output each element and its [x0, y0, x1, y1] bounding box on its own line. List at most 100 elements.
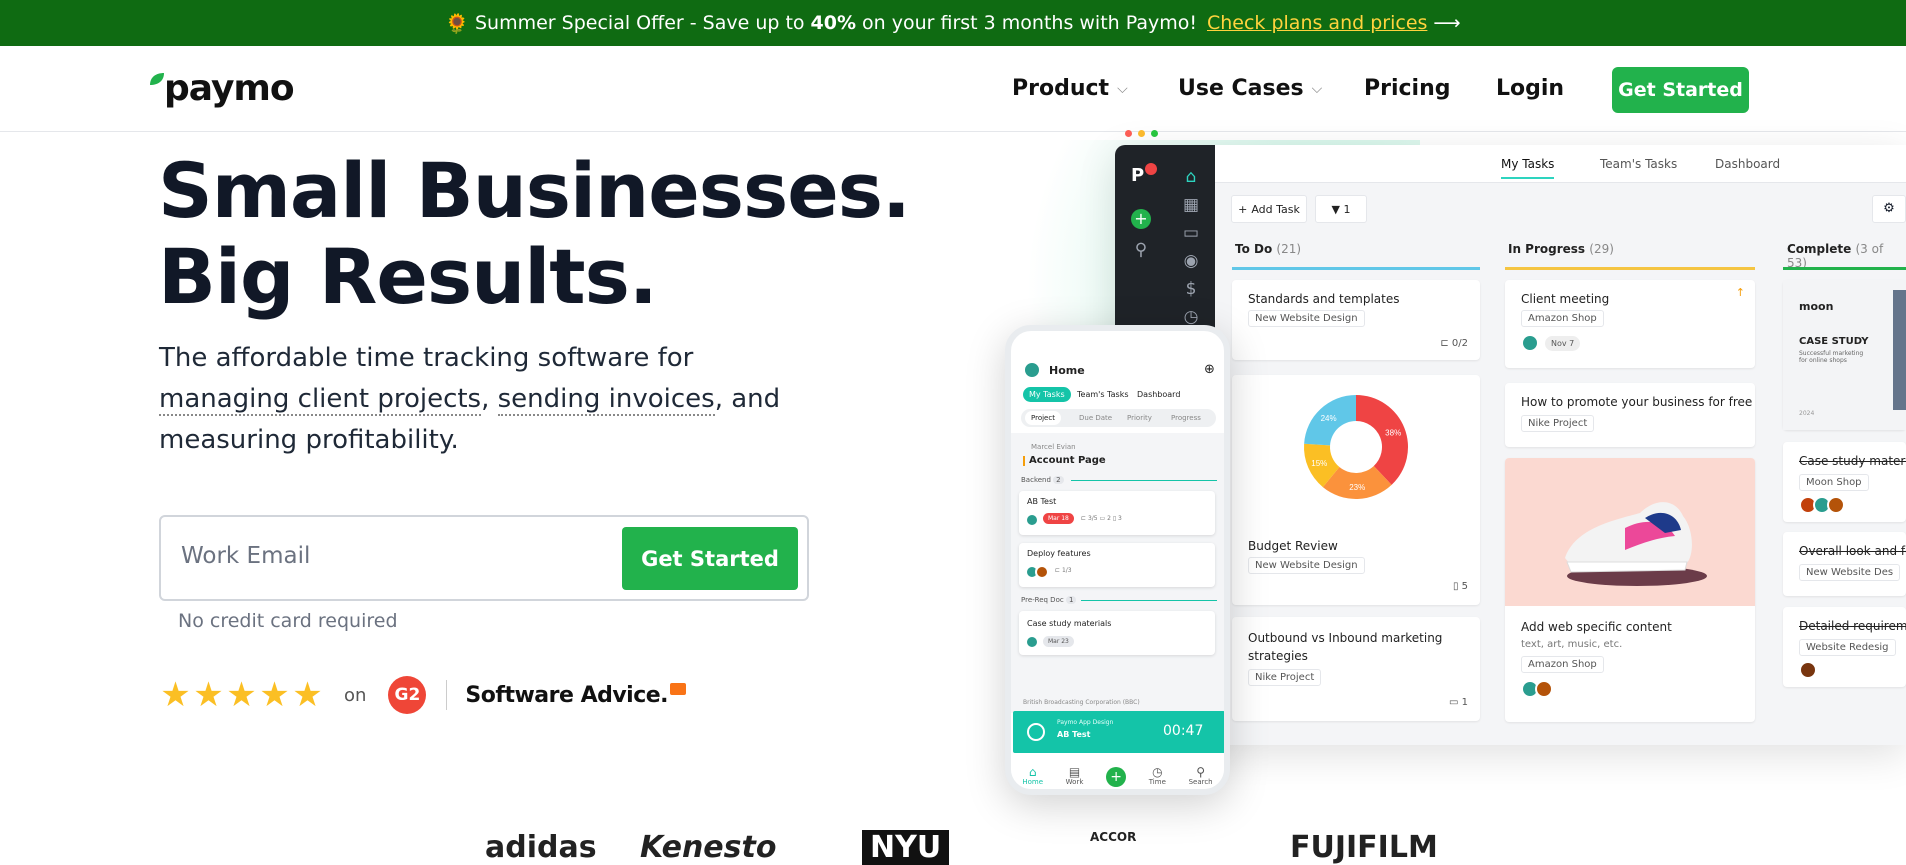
task-meta: ⊏ 3/5 ▭ 2 ▯ 3: [1081, 515, 1122, 522]
sending-invoices-link[interactable]: sending invoices: [497, 384, 715, 416]
bottom-nav-home[interactable]: ⌂ Home: [1022, 766, 1043, 787]
nav-product[interactable]: Product ⌵: [1012, 76, 1128, 101]
software-advice-text: Software Advice.: [465, 682, 669, 708]
task-card[interactable]: Detailed requireme Website Redesig: [1783, 607, 1906, 687]
nav-login-label: Login: [1496, 76, 1565, 101]
bottom-nav-time[interactable]: ◷ Time: [1149, 766, 1166, 787]
phone-subtab-due-date[interactable]: Due Date: [1073, 411, 1118, 425]
clock-icon: ◷: [1183, 307, 1199, 327]
no-credit-card-note: No credit card required: [178, 610, 398, 632]
nav-pricing[interactable]: Pricing: [1364, 76, 1451, 101]
project-name: Account Page: [1029, 455, 1106, 466]
bottom-nav-add[interactable]: +: [1106, 767, 1127, 787]
bottom-nav-work[interactable]: ▤ Work: [1065, 766, 1084, 787]
rating-on-label: on: [344, 684, 367, 706]
phone-task-card[interactable]: Deploy features ⊏ 1/3: [1019, 543, 1215, 587]
add-icon: +: [1131, 209, 1151, 229]
case-study-year: 2024: [1799, 410, 1815, 417]
gear-icon[interactable]: ⚙: [1872, 195, 1906, 223]
nav-use-cases[interactable]: Use Cases ⌵: [1178, 76, 1322, 101]
donut-slice: [1356, 395, 1408, 485]
priority-marker: [1023, 456, 1025, 466]
due-date: Mar 18: [1043, 513, 1074, 524]
group-divider: [1071, 480, 1217, 481]
group-count: 1: [1065, 596, 1077, 604]
bottom-nav-search[interactable]: ⚲ Search: [1189, 766, 1213, 787]
task-card[interactable]: Standards and templates New Website Desi…: [1232, 280, 1480, 360]
group-count: 2: [1053, 476, 1064, 484]
column-header-todo: To Do (21): [1235, 242, 1301, 256]
phone-bottom-nav: ⌂ Home ▤ Work + ◷ Time ⚲ Search: [1011, 757, 1224, 789]
client-logos: adidas Kenesto NYU ACCOR FUJIFILM: [0, 830, 1906, 865]
add-task-button[interactable]: + Add Task: [1231, 195, 1307, 223]
hero-subtitle: The affordable time tracking software fo…: [159, 338, 819, 461]
phone-tab-my-tasks[interactable]: My Tasks: [1023, 387, 1071, 402]
add-task-label: Add Task: [1251, 202, 1300, 216]
banner-link[interactable]: Check plans and prices: [1207, 12, 1427, 34]
project-tag: Moon Shop: [1799, 474, 1869, 491]
bottom-nav-label: Work: [1065, 778, 1084, 786]
phone-task-card[interactable]: Case study materials Mar 23: [1019, 611, 1215, 655]
project-tag: Amazon Shop: [1521, 656, 1604, 673]
task-card[interactable]: How to promote your business for free Ni…: [1505, 383, 1755, 447]
column-name: To Do: [1235, 242, 1273, 256]
phone-tab-teams-tasks[interactable]: Team's Tasks: [1071, 387, 1135, 402]
task-title: How to promote your business for free: [1521, 395, 1753, 409]
project-tag: Website Redesig: [1799, 639, 1896, 656]
chevron-down-icon: ⌵: [1311, 80, 1323, 97]
case-study-title: CASE STUDY: [1799, 336, 1869, 347]
add-circle-icon[interactable]: ⊕: [1204, 362, 1215, 377]
nav-use-cases-label: Use Cases: [1178, 76, 1304, 101]
sneaker-icon: [1565, 502, 1707, 586]
avatar: [1521, 334, 1539, 352]
work-email-input[interactable]: Work Email: [181, 543, 310, 569]
due-date: Nov 7: [1545, 336, 1581, 351]
phone-subtab-priority[interactable]: Priority: [1121, 411, 1158, 425]
window-dots: [1125, 130, 1158, 137]
task-card[interactable]: moon CASE STUDY Successful marketing for…: [1783, 280, 1906, 430]
timer-time: 00:47: [1163, 723, 1204, 739]
promo-banner: 🌻 Summer Special Offer - Save up to 40% …: [0, 0, 1906, 46]
column-name: In Progress: [1508, 242, 1586, 256]
subtask-value: 0/2: [1451, 338, 1468, 349]
window-dot: [1151, 130, 1158, 137]
get-started-nav-button[interactable]: Get Started: [1612, 67, 1749, 113]
task-card[interactable]: 38% 23% 15% 24% Budget Review New Website D…: [1232, 375, 1480, 605]
software-advice-logo[interactable]: Software Advice.: [465, 682, 687, 708]
task-card[interactable]: Client meeting ↑ Amazon Shop Nov 7: [1505, 280, 1755, 368]
timer-project: Paymo App Design: [1057, 719, 1114, 726]
phone-subtab-project[interactable]: Project: [1025, 411, 1061, 425]
timer-bar[interactable]: Paymo App Design AB Test 00:47: [1013, 711, 1224, 753]
task-card[interactable]: Overall look and fe New Website Des: [1783, 532, 1906, 596]
app-tab-dashboard[interactable]: Dashboard: [1715, 157, 1780, 171]
project-tag: New Website Design: [1248, 310, 1365, 327]
g2-logo[interactable]: G2: [388, 676, 427, 714]
nav-login[interactable]: Login: [1496, 76, 1564, 101]
task-card[interactable]: Outbound vs Inbound marketing strategies…: [1232, 617, 1480, 721]
get-started-hero-button[interactable]: Get Started: [622, 527, 798, 590]
phone-subtab-progress[interactable]: Progress: [1165, 411, 1207, 425]
donut-label: 24%: [1321, 414, 1337, 423]
stop-icon[interactable]: [1027, 723, 1045, 741]
task-title: Overall look and fe: [1799, 544, 1906, 558]
task-meta: ⊏ 1/3: [1055, 567, 1072, 574]
signup-form: Work Email Get Started: [159, 515, 809, 601]
project-tag: Nike Project: [1248, 669, 1322, 686]
phone-tab-dashboard[interactable]: Dashboard: [1131, 387, 1186, 402]
phone-task-card[interactable]: AB Test Mar 18 ⊏ 3/5 ▭ 2 ▯ 3: [1019, 491, 1215, 535]
main-nav: paymo Product ⌵ Use Cases ⌵ Pricing Login …: [0, 46, 1906, 132]
group-name: Backend: [1021, 476, 1051, 484]
fujifilm-logo: FUJIFILM: [1290, 830, 1438, 865]
paymo-logo[interactable]: paymo: [148, 66, 295, 110]
task-card[interactable]: Case study materi Moon Shop: [1783, 442, 1906, 522]
hero-sub-text: The affordable time tracking software fo…: [159, 343, 694, 373]
app-tab-my-tasks[interactable]: My Tasks: [1501, 157, 1555, 179]
task-description: text, art, music, etc.: [1521, 639, 1623, 650]
app-tab-teams-tasks[interactable]: Team's Tasks: [1600, 157, 1677, 171]
building-icon: ▦: [1182, 195, 1200, 215]
task-card[interactable]: Add web specific content text, art, musi…: [1505, 458, 1755, 722]
hero-title: Small Businesses. Big Results.: [158, 148, 911, 320]
filter-button[interactable]: ▼ 1: [1315, 195, 1367, 223]
logo-text: paymo: [164, 67, 295, 109]
managing-projects-link[interactable]: managing client projects: [159, 384, 482, 416]
